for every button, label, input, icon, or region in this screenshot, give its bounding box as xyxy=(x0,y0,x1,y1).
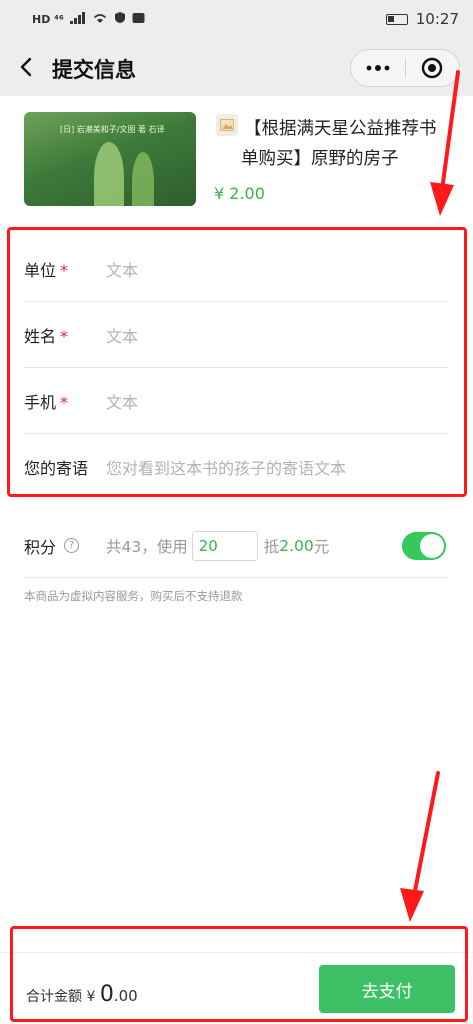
target-icon xyxy=(422,57,443,79)
field-label: 姓名 * xyxy=(24,326,69,346)
form-row-message[interactable]: 您的寄语 您对看到这本书的孩子的寄语文本 xyxy=(24,434,448,500)
amount-integer: 0 xyxy=(99,982,114,1007)
deduct-prefix: 抵 xyxy=(263,537,280,556)
network-indicator: HD ⁴⁶ xyxy=(32,12,64,26)
field-label: 手机 * xyxy=(24,392,69,412)
notification-icon xyxy=(132,12,145,27)
form-row-phone[interactable]: 手机 * 文本 xyxy=(24,368,448,434)
product-price: ¥ 2.00 xyxy=(214,184,265,203)
total-label: 合计金额 xyxy=(26,989,82,1005)
help-icon[interactable]: ? xyxy=(64,538,80,553)
points-use-input[interactable]: 20 xyxy=(191,530,258,561)
miniprogram-capsule xyxy=(350,49,460,87)
unit-input[interactable]: 文本 xyxy=(106,257,138,281)
image-placeholder-icon xyxy=(216,114,238,136)
refund-notice: 本商品为虚拟内容服务，购买后不支持退款 xyxy=(24,589,243,603)
cover-art-plant xyxy=(132,152,154,206)
battery-icon xyxy=(385,13,408,25)
points-toggle[interactable] xyxy=(402,532,446,560)
status-left: HD ⁴⁶ xyxy=(32,11,145,27)
product-summary: [日] 岩濑美和子/文图 著 石译 【根据满天星公益推荐书 单购买】原野的房子 … xyxy=(0,96,473,222)
deduct-amount: 2.00 xyxy=(279,536,314,555)
chevron-left-icon xyxy=(20,57,32,77)
currency-symbol: ¥ xyxy=(86,989,96,1005)
status-right: 10:27 xyxy=(385,10,459,28)
required-mark: * xyxy=(60,326,69,346)
field-label: 您的寄语 xyxy=(24,459,89,478)
more-button[interactable] xyxy=(351,49,405,87)
required-mark: * xyxy=(60,260,69,280)
amount-decimal: .00 xyxy=(113,987,138,1005)
deduct-suffix: 元 xyxy=(313,537,330,556)
checkout-bar: 合计金额 ¥ 0.00 去支付 xyxy=(0,952,473,1024)
product-title-line2: 单购买】原野的房子 xyxy=(241,149,399,169)
more-dots-icon xyxy=(366,65,390,71)
pay-button[interactable]: 去支付 xyxy=(319,965,455,1013)
back-button[interactable] xyxy=(14,54,40,80)
book-cover-image: [日] 岩濑美和子/文图 著 石译 xyxy=(24,112,196,206)
cover-art-plant xyxy=(94,142,124,206)
message-input[interactable]: 您对看到这本书的孩子的寄语文本 xyxy=(106,455,346,479)
toggle-knob xyxy=(420,534,444,558)
points-label-group: 积分 ? xyxy=(24,534,106,558)
points-row: 积分 ? 共43，使用 20 抵 2.00 元 xyxy=(24,514,448,578)
status-time: 10:27 xyxy=(415,10,459,28)
info-form: 单位 * 文本 姓名 * 文本 手机 * 文本 您的寄语 您对看到这本书的孩子的寄语文… xyxy=(0,226,473,500)
shield-icon xyxy=(114,11,126,27)
annotation-arrow-down xyxy=(400,771,440,922)
form-row-name[interactable]: 姓名 * 文本 xyxy=(24,302,448,368)
name-input[interactable]: 文本 xyxy=(106,323,138,347)
page-title: 提交信息 xyxy=(52,58,136,82)
required-mark: * xyxy=(60,392,69,412)
points-label: 积分 xyxy=(24,537,57,557)
product-title-line1: 【根据满天星公益推荐书 xyxy=(244,119,437,139)
total-amount: 合计金额 ¥ 0.00 xyxy=(26,982,138,1007)
wifi-icon xyxy=(92,12,108,27)
status-bar: HD ⁴⁶ 10:27 xyxy=(0,0,473,38)
phone-input[interactable]: 文本 xyxy=(106,389,138,413)
field-label: 单位 * xyxy=(24,260,69,280)
form-row-unit[interactable]: 单位 * 文本 xyxy=(24,236,448,302)
points-total-text: 共43，使用 xyxy=(106,537,188,556)
close-miniprogram-button[interactable] xyxy=(406,49,459,87)
signal-icon xyxy=(69,11,86,27)
cover-caption: [日] 岩濑美和子/文图 著 石译 xyxy=(60,125,165,134)
